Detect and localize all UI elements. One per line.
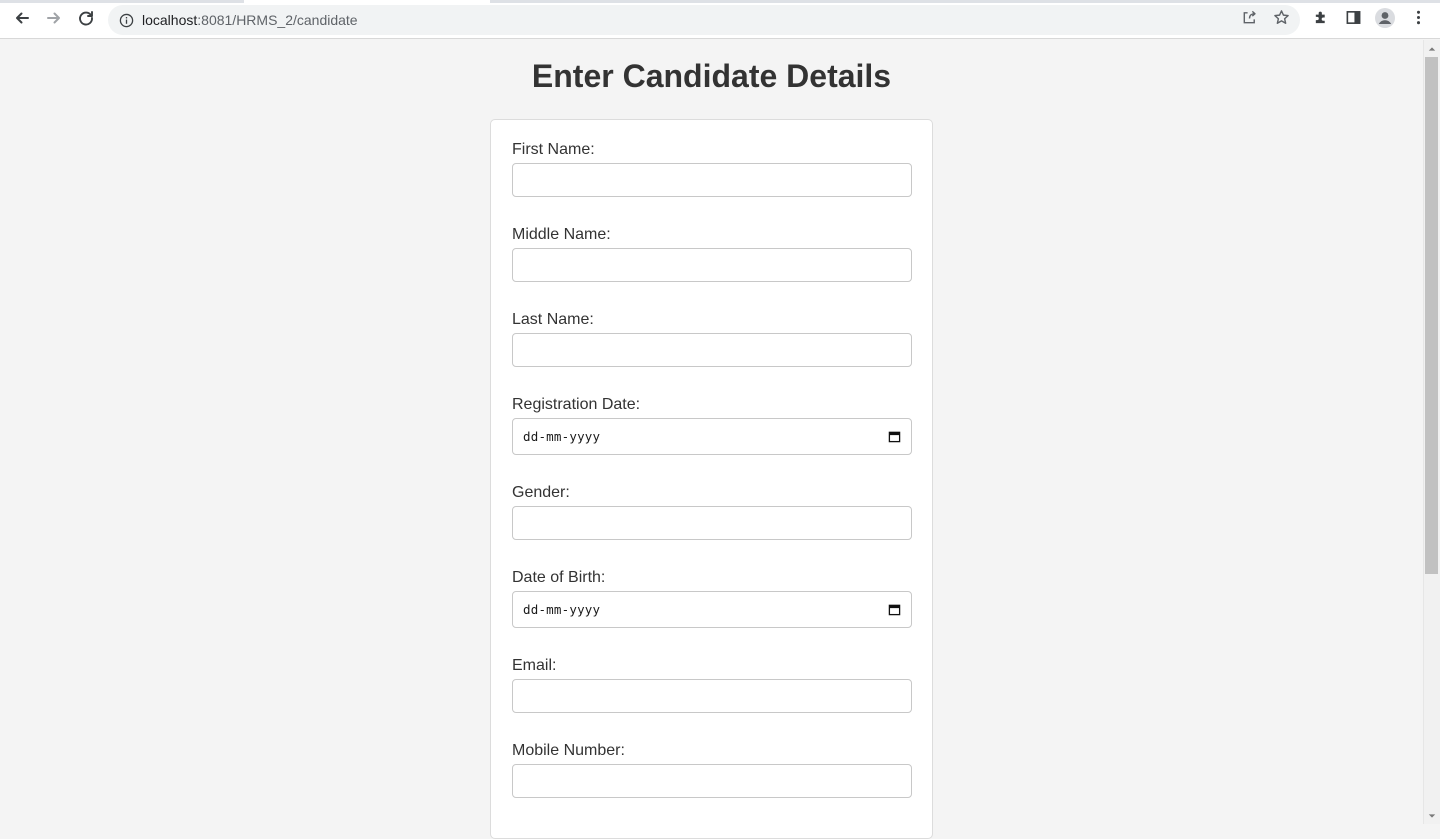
mobile-number-input[interactable] [512,764,912,798]
menu-button[interactable] [1406,8,1430,32]
active-tab-indicator [244,0,490,3]
bookmark-button[interactable] [1270,9,1292,31]
share-icon [1241,9,1258,31]
side-panel-icon [1345,9,1362,31]
date-of-birth-field: Date of Birth: dd-mm-yyyy [512,568,912,628]
side-panel-button[interactable] [1341,8,1365,32]
forward-icon [45,9,63,32]
first-name-input[interactable] [512,163,912,197]
info-icon[interactable] [118,12,134,28]
first-name-label: First Name: [512,141,595,158]
last-name-label: Last Name: [512,311,594,328]
registration-date-input[interactable]: dd-mm-yyyy [512,418,912,455]
date-of-birth-input[interactable]: dd-mm-yyyy [512,591,912,628]
calendar-icon[interactable] [887,430,901,444]
gender-field: Gender: [512,483,912,540]
extensions-icon [1313,9,1330,31]
gender-label: Gender: [512,484,570,501]
registration-date-field: Registration Date: dd-mm-yyyy [512,395,912,455]
date-of-birth-label: Date of Birth: [512,569,606,586]
profile-icon [1374,7,1396,34]
page-title: Enter Candidate Details [531,58,892,94]
profile-button[interactable] [1373,7,1397,34]
reload-button[interactable] [72,6,100,34]
email-label: Email: [512,657,557,674]
gender-input[interactable] [512,506,912,540]
mobile-number-field: Mobile Number: [512,741,912,798]
star-icon [1273,9,1290,31]
registration-date-placeholder: dd-mm-yyyy [523,429,601,444]
registration-date-label: Registration Date: [512,396,641,413]
middle-name-label: Middle Name: [512,226,611,243]
back-icon [13,9,31,32]
tab-strip [0,0,1440,3]
url-host: localhost [142,12,198,28]
last-name-field: Last Name: [512,310,912,367]
address-bar[interactable]: localhost:8081/HRMS_2/candidate [108,5,1300,35]
scroll-down-arrow[interactable] [1423,807,1440,824]
email-input[interactable] [512,679,912,713]
browser-toolbar: localhost:8081/HRMS_2/candidate [0,0,1440,39]
scrollbar-thumb[interactable] [1425,57,1438,574]
back-button[interactable] [8,6,36,34]
extensions-button[interactable] [1309,8,1333,32]
share-button[interactable] [1238,9,1260,31]
forward-button[interactable] [40,6,68,34]
first-name-field: First Name: [512,140,912,197]
last-name-input[interactable] [512,333,912,367]
menu-icon [1410,9,1427,31]
mobile-number-label: Mobile Number: [512,742,625,759]
email-field: Email: [512,656,912,713]
middle-name-input[interactable] [512,248,912,282]
reload-icon [77,9,95,32]
date-of-birth-placeholder: dd-mm-yyyy [523,602,601,617]
calendar-icon[interactable] [887,603,901,617]
url-path: :8081/HRMS_2/candidate [197,12,358,28]
scroll-down-icon [1428,807,1436,825]
middle-name-field: Middle Name: [512,225,912,282]
candidate-form: First Name: Middle Name: Last Name: Regi… [490,119,933,839]
scroll-up-icon [1428,40,1436,58]
scroll-up-arrow[interactable] [1423,40,1440,57]
url-text[interactable]: localhost:8081/HRMS_2/candidate [142,12,358,28]
